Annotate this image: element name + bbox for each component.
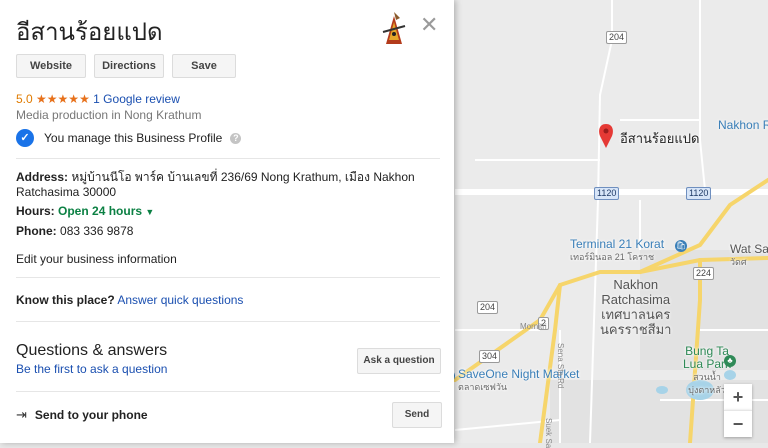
address-row: Address: หมู่บ้านนีโอ พาร์ค บ้านเลขที่ 2… xyxy=(16,170,415,200)
poi-wat-name: Wat Sa xyxy=(730,242,768,256)
poi-wat[interactable]: Wat Sa วัดศ xyxy=(730,243,768,269)
divider xyxy=(16,391,440,392)
directions-button[interactable]: Directions xyxy=(94,54,164,78)
poi-wat-thai: วัดศ xyxy=(730,257,747,267)
first-question-link[interactable]: Be the first to ask a question xyxy=(16,362,167,376)
shopping-icon: 🛍 xyxy=(675,240,687,252)
pin-label[interactable]: อีสานร้อยแปด xyxy=(620,128,699,149)
send-to-phone-row: ⇥ Send to your phone xyxy=(16,407,148,423)
city-label: Nakhon Ratchasima เทศบาลนคร นครราชสีมา xyxy=(600,277,671,337)
send-button[interactable]: Send xyxy=(392,402,442,428)
address-label: Address: xyxy=(16,170,69,184)
city-label-edge: Nakhon R xyxy=(718,118,768,132)
road-marker: 1120 xyxy=(686,187,712,200)
poi-bung-thai1: สวนน้ำ xyxy=(693,372,721,382)
manage-profile-text: You manage this Business Profile xyxy=(44,131,223,145)
star-rating-icon: ★★★★★ xyxy=(36,92,90,106)
answer-questions-link[interactable]: Answer quick questions xyxy=(117,293,243,307)
help-icon[interactable]: ? xyxy=(230,132,242,144)
business-category: Media production in Nong Krathum xyxy=(16,108,202,122)
send-to-phone-label: Send to your phone xyxy=(34,408,148,422)
address-line1[interactable]: หมู่บ้านนีโอ พาร์ค บ้านเลขที่ 236/69 Non… xyxy=(71,170,414,184)
city-name-th2: นครราชสีมา xyxy=(600,322,672,337)
road-marker: 204 xyxy=(477,301,499,314)
city-name-en: Nakhon xyxy=(613,277,659,292)
phone-row: Phone: 083 336 9878 xyxy=(16,224,133,239)
verified-check-icon: ✓ xyxy=(16,129,34,147)
hours-row[interactable]: Hours: Open 24 hours ▼ xyxy=(16,204,154,220)
road-marker: 304 xyxy=(479,350,501,363)
save-button[interactable]: Save xyxy=(172,54,236,78)
rating-row: 5.0 ★★★★★ 1 Google review xyxy=(16,92,180,106)
chevron-down-icon[interactable]: ▼ xyxy=(145,207,154,217)
zoom-in-button[interactable]: + xyxy=(724,384,752,410)
road-marker: 204 xyxy=(606,31,628,44)
business-panel: อีสานร้อยแปด ✕ Website Directions Save 5… xyxy=(0,0,454,443)
park-icon: ♣ xyxy=(724,355,736,367)
ask-question-button[interactable]: Ask a question xyxy=(357,348,441,374)
street-label: Sena Sta Rd xyxy=(556,343,565,389)
send-to-phone-icon: ⇥ xyxy=(16,407,27,422)
manage-profile-row: ✓ You manage this Business Profile ? xyxy=(16,129,242,147)
hours-value[interactable]: Open 24 hours xyxy=(58,204,142,218)
divider xyxy=(16,321,440,322)
close-icon[interactable]: ✕ xyxy=(420,12,438,38)
poi-terminal-thai: เทอร์มินอล 21 โคราช xyxy=(570,252,655,262)
divider xyxy=(16,277,440,278)
city-name-th: เทศบาลนคร xyxy=(601,307,671,322)
reviews-link[interactable]: 1 Google review xyxy=(93,92,180,106)
know-place-row: Know this place? Answer quick questions xyxy=(16,293,243,308)
rating-value: 5.0 xyxy=(16,92,33,106)
poi-terminal-21[interactable]: Terminal 21 Korat เทอร์มินอล 21 โคราช xyxy=(570,238,664,264)
phone-label: Phone: xyxy=(16,224,57,238)
divider xyxy=(16,158,440,159)
qa-title: Questions & answers xyxy=(16,342,168,359)
street-label: Mornitri xyxy=(520,322,547,331)
website-button[interactable]: Website xyxy=(16,54,86,78)
city-name-en2: Ratchasima xyxy=(601,292,671,307)
zoom-out-button[interactable]: − xyxy=(724,410,752,437)
road-marker: 1120 xyxy=(594,187,620,200)
poi-terminal-name: Terminal 21 Korat xyxy=(570,237,665,251)
hours-label: Hours: xyxy=(16,204,55,218)
road-marker: 224 xyxy=(693,267,715,280)
know-place-label: Know this place? xyxy=(16,293,115,307)
business-logo xyxy=(382,12,406,44)
phone-value[interactable]: 083 336 9878 xyxy=(60,224,133,238)
street-label: Suek Sa xyxy=(544,418,553,448)
address-line2[interactable]: Ratchasima 30000 xyxy=(16,185,116,199)
business-title: อีสานร้อยแปด xyxy=(16,19,163,46)
edit-business-link[interactable]: Edit your business information xyxy=(16,252,177,267)
